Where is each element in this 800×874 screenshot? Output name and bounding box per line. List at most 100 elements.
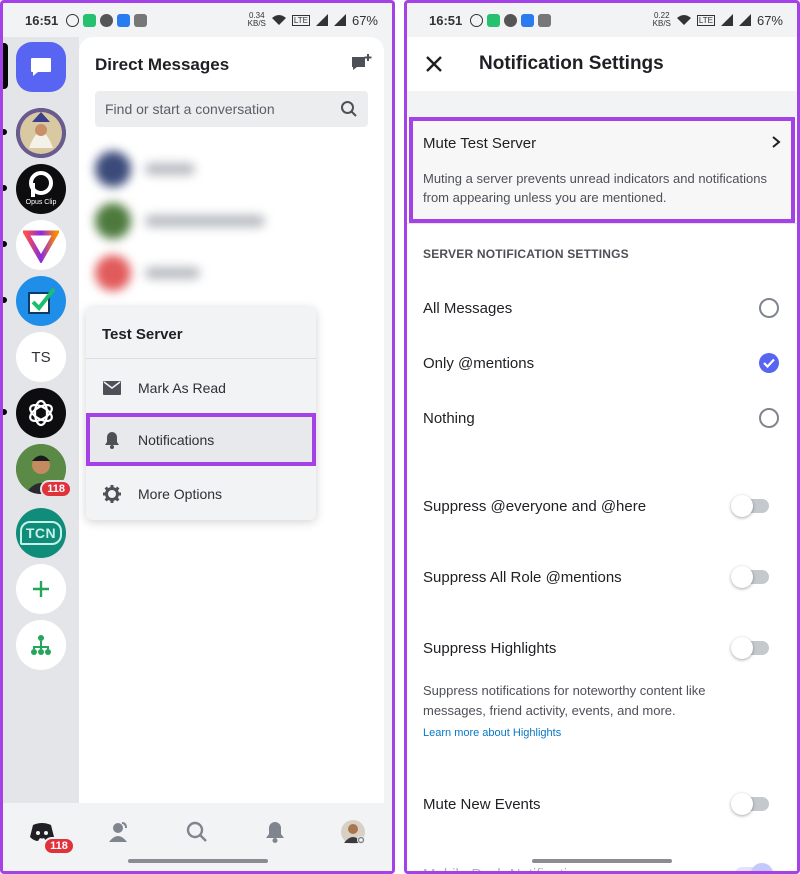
nav-search-button[interactable] (182, 817, 212, 847)
dm-list-item[interactable] (95, 255, 200, 291)
envelope-icon (102, 378, 122, 398)
status-bar: 16:51 0.34 KB/S LTE 67% (3, 3, 392, 37)
reddit-icon (100, 13, 114, 27)
server-context-menu: Test Server Mark As Read Notifications M… (86, 307, 316, 520)
toggle-label: Mute New Events (423, 795, 541, 813)
more-options-item[interactable]: More Options (86, 467, 316, 520)
bell-icon (266, 822, 285, 843)
bell-icon (102, 430, 122, 450)
server-openai-button[interactable] (16, 388, 66, 438)
toggle-label: Suppress Highlights (423, 639, 557, 657)
page-title: Notification Settings (479, 53, 664, 74)
radio-button[interactable] (759, 298, 779, 318)
unread-dot (3, 129, 7, 135)
server-triangle-button[interactable] (16, 220, 66, 270)
unread-dot (3, 185, 7, 191)
section-spacer (407, 91, 797, 117)
nav-home-button[interactable]: 118 (27, 817, 75, 855)
mute-new-events-toggle[interactable] (731, 793, 769, 815)
suppress-everyone-row[interactable]: Suppress @everyone and @here (423, 491, 769, 521)
right-phone-screen: 16:51 0.22 KB/S LTE 67% Notification Sett… (404, 0, 800, 874)
new-message-icon[interactable] (350, 53, 372, 75)
status-notification-icons (470, 13, 552, 27)
left-phone-screen: 16:51 0.34 KB/S LTE 67% Opus Clip TS 118… (0, 0, 395, 874)
mail-app-icon (134, 13, 148, 27)
home-unread-badge: 118 (43, 837, 75, 855)
server-wizard-button[interactable] (16, 108, 66, 158)
option-label: Only @mentions (423, 354, 535, 372)
suppress-highlights-row[interactable]: Suppress Highlights (423, 633, 769, 663)
server-opus-clip-button[interactable]: Opus Clip (16, 164, 66, 214)
dm-name-blurred (145, 215, 265, 227)
dm-avatar (95, 151, 131, 187)
dm-list-item[interactable] (95, 151, 195, 187)
dm-avatar (95, 255, 131, 291)
mail-app-icon (538, 13, 552, 27)
mobile-push-toggle[interactable] (735, 863, 773, 871)
dm-name-blurred (145, 163, 195, 175)
server-checkbox-button[interactable] (16, 276, 66, 326)
toggle-label: Suppress @everyone and @here (423, 497, 647, 515)
divider (407, 223, 797, 224)
mark-as-read-label: Mark As Read (138, 379, 226, 396)
direct-messages-button[interactable] (16, 42, 66, 92)
search-icon (187, 821, 208, 842)
mute-server-title: Mute Test Server (423, 135, 537, 152)
learn-more-highlights-link[interactable]: Learn more about Highlights (423, 727, 561, 739)
option-all-messages[interactable]: All Messages (423, 293, 779, 323)
server-test-button[interactable]: TS (16, 332, 66, 382)
checkbox-logo-icon (28, 287, 56, 314)
phone-app-icon (521, 13, 535, 27)
radio-button[interactable] (759, 408, 779, 428)
active-indicator (3, 43, 8, 89)
discover-servers-button[interactable] (16, 620, 66, 670)
more-options-label: More Options (138, 485, 223, 502)
suppress-everyone-toggle[interactable] (731, 495, 769, 517)
network-speed: 0.34 KB/S (247, 11, 266, 28)
battery-level: 67% (756, 12, 783, 28)
wizard-avatar-icon (16, 108, 66, 158)
add-server-button[interactable] (16, 564, 66, 614)
option-label: All Messages (423, 299, 513, 317)
signal-icon (315, 14, 328, 26)
suppress-highlights-toggle[interactable] (731, 637, 769, 659)
opus-clip-logo-icon (29, 171, 53, 197)
suppress-role-mentions-row[interactable]: Suppress All Role @mentions (423, 562, 769, 592)
notifications-label: Notifications (138, 431, 215, 448)
radio-button-checked[interactable] (759, 353, 779, 373)
server-rail: Opus Clip TS 118 TCN (3, 37, 79, 803)
unread-badge: 118 (40, 480, 72, 498)
dm-list-item[interactable] (95, 203, 265, 239)
triangle-logo-icon (23, 230, 59, 263)
suppress-role-mentions-toggle[interactable] (731, 566, 769, 588)
signal-icon (720, 14, 733, 26)
status-notification-icons (66, 13, 148, 27)
gesture-bar (532, 859, 672, 863)
option-only-mentions[interactable]: Only @mentions (423, 348, 779, 378)
opus-clip-label: Opus Clip (25, 199, 57, 206)
mark-as-read-item[interactable]: Mark As Read (86, 361, 316, 414)
status-time: 16:51 (429, 12, 463, 28)
gear-icon (102, 484, 122, 504)
chevron-right-icon (772, 136, 781, 148)
unread-dot (3, 409, 7, 415)
server-avatar-button[interactable]: 118 (16, 444, 72, 498)
mute-server-row[interactable]: Mute Test Server Muting a server prevent… (409, 117, 795, 223)
server-tcn-button[interactable]: TCN (16, 508, 66, 558)
close-icon (426, 56, 442, 72)
highlights-description: Suppress notifications for noteworthy co… (423, 683, 706, 718)
mute-server-description: Muting a server prevents unread indicato… (423, 171, 767, 205)
notifications-item[interactable]: Notifications (86, 413, 316, 466)
nav-notifications-button[interactable] (260, 817, 290, 847)
volte-icon: LTE (696, 14, 715, 26)
option-nothing[interactable]: Nothing (423, 403, 779, 433)
mute-new-events-row[interactable]: Mute New Events (423, 789, 769, 819)
search-placeholder: Find or start a conversation (105, 101, 275, 117)
nav-profile-button[interactable] (338, 817, 368, 847)
signal-2-icon (738, 14, 751, 26)
dm-search-bar[interactable]: Find or start a conversation (95, 91, 368, 127)
close-button[interactable] (409, 37, 459, 91)
wifi-icon (676, 15, 691, 25)
signal-2-icon (333, 14, 346, 26)
nav-friends-button[interactable] (105, 817, 135, 847)
